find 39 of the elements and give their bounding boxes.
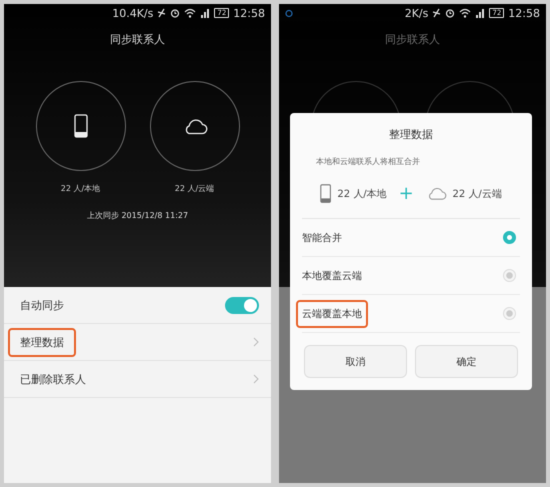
- contact-count: 22 人/本地: [60, 183, 100, 194]
- vibrate-icon: [157, 8, 166, 18]
- screen-title: 同步联系人: [385, 32, 440, 47]
- cloud-count: 22 人/云端: [452, 188, 502, 200]
- option-label: 智能合并: [301, 232, 343, 246]
- auto-sync-toggle[interactable]: [225, 296, 259, 314]
- last-sync-time: 上次同步 2015/12/8 11:27: [86, 210, 188, 221]
- settings-row[interactable]: 已删除联系人: [4, 361, 271, 398]
- cancel-button[interactable]: 取消: [304, 345, 407, 378]
- clock-time: 12:58: [233, 6, 265, 20]
- radio-button[interactable]: [503, 231, 516, 244]
- option-label: 云端覆盖本地: [296, 300, 368, 328]
- network-speed: 10.4K/s: [112, 6, 154, 20]
- signal-icon: [200, 8, 210, 18]
- option-label: 本地覆盖云端: [301, 270, 363, 284]
- settings-row[interactable]: 自动同步: [4, 287, 271, 324]
- alarm-icon: [445, 8, 456, 18]
- chevron-icon: [253, 337, 259, 347]
- plus-sign: +: [398, 183, 414, 204]
- network-speed: 2K/s: [404, 6, 428, 20]
- setting-label: 自动同步: [19, 298, 65, 314]
- setting-label: 整理数据: [8, 328, 76, 356]
- vibrate-icon: [432, 8, 442, 18]
- dialog-title: 整理数据: [388, 127, 434, 142]
- contact-count: 22 人/云端: [174, 183, 214, 194]
- chevron-icon: [253, 374, 259, 384]
- alarm-icon: [170, 8, 180, 18]
- local-count: 22 人/本地: [337, 188, 387, 200]
- settings-row[interactable]: 整理数据: [4, 324, 271, 361]
- signal-icon: [475, 8, 486, 18]
- wifi-icon: [184, 8, 196, 18]
- dialog-description: 本地和云端联系人将相互合并: [316, 156, 421, 167]
- screen-title: 同步联系人: [110, 32, 165, 47]
- confirm-button[interactable]: 确定: [415, 345, 518, 378]
- phone-icon: [74, 114, 88, 138]
- clock-time: 12:58: [508, 6, 540, 20]
- phone-icon: [320, 184, 332, 204]
- setting-label: 已删除联系人: [19, 372, 87, 388]
- wifi-icon: [459, 8, 472, 18]
